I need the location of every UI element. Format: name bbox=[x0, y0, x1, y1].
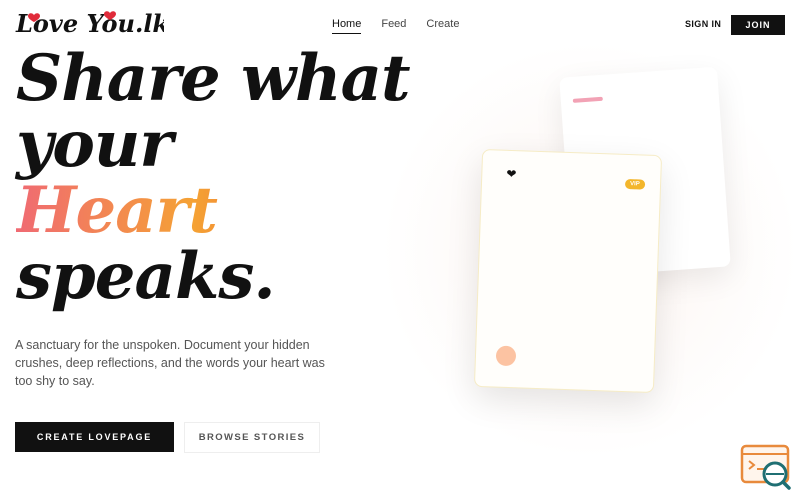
heart-icon: ❤ bbox=[506, 166, 517, 182]
hero-line-1: Share what bbox=[16, 41, 411, 116]
nav-create[interactable]: Create bbox=[426, 18, 459, 34]
nav-home[interactable]: Home bbox=[332, 18, 362, 34]
card-avatar-dot bbox=[495, 345, 517, 367]
sign-in-link[interactable]: SIGN IN bbox=[685, 19, 721, 29]
create-lovepage-button[interactable]: CREATE LOVEPAGE bbox=[15, 422, 174, 452]
preview-card-front: ❤ VIP bbox=[473, 148, 663, 394]
main-nav: Home Feed Create bbox=[332, 18, 459, 34]
hero-line-2: your bbox=[16, 107, 173, 182]
join-button[interactable]: JOIN bbox=[731, 15, 785, 35]
hero-line-4: speaks. bbox=[16, 239, 276, 314]
brand-logo-image: Love You.lk bbox=[15, 9, 164, 38]
hero-title: Share what your Heart speaks. bbox=[16, 41, 411, 314]
brand-logo[interactable]: Love You.lk bbox=[14, 4, 164, 44]
chat-search-icon bbox=[740, 444, 791, 490]
hero-line-3: Heart bbox=[16, 178, 410, 244]
nav-feed[interactable]: Feed bbox=[381, 18, 406, 34]
browse-stories-button[interactable]: BROWSE STORIES bbox=[184, 422, 320, 453]
chat-widget-button[interactable] bbox=[740, 444, 792, 490]
hero-subtitle: A sanctuary for the unspoken. Document y… bbox=[15, 338, 325, 388]
vip-badge: VIP bbox=[624, 178, 645, 190]
card-accent-strip bbox=[572, 96, 603, 103]
